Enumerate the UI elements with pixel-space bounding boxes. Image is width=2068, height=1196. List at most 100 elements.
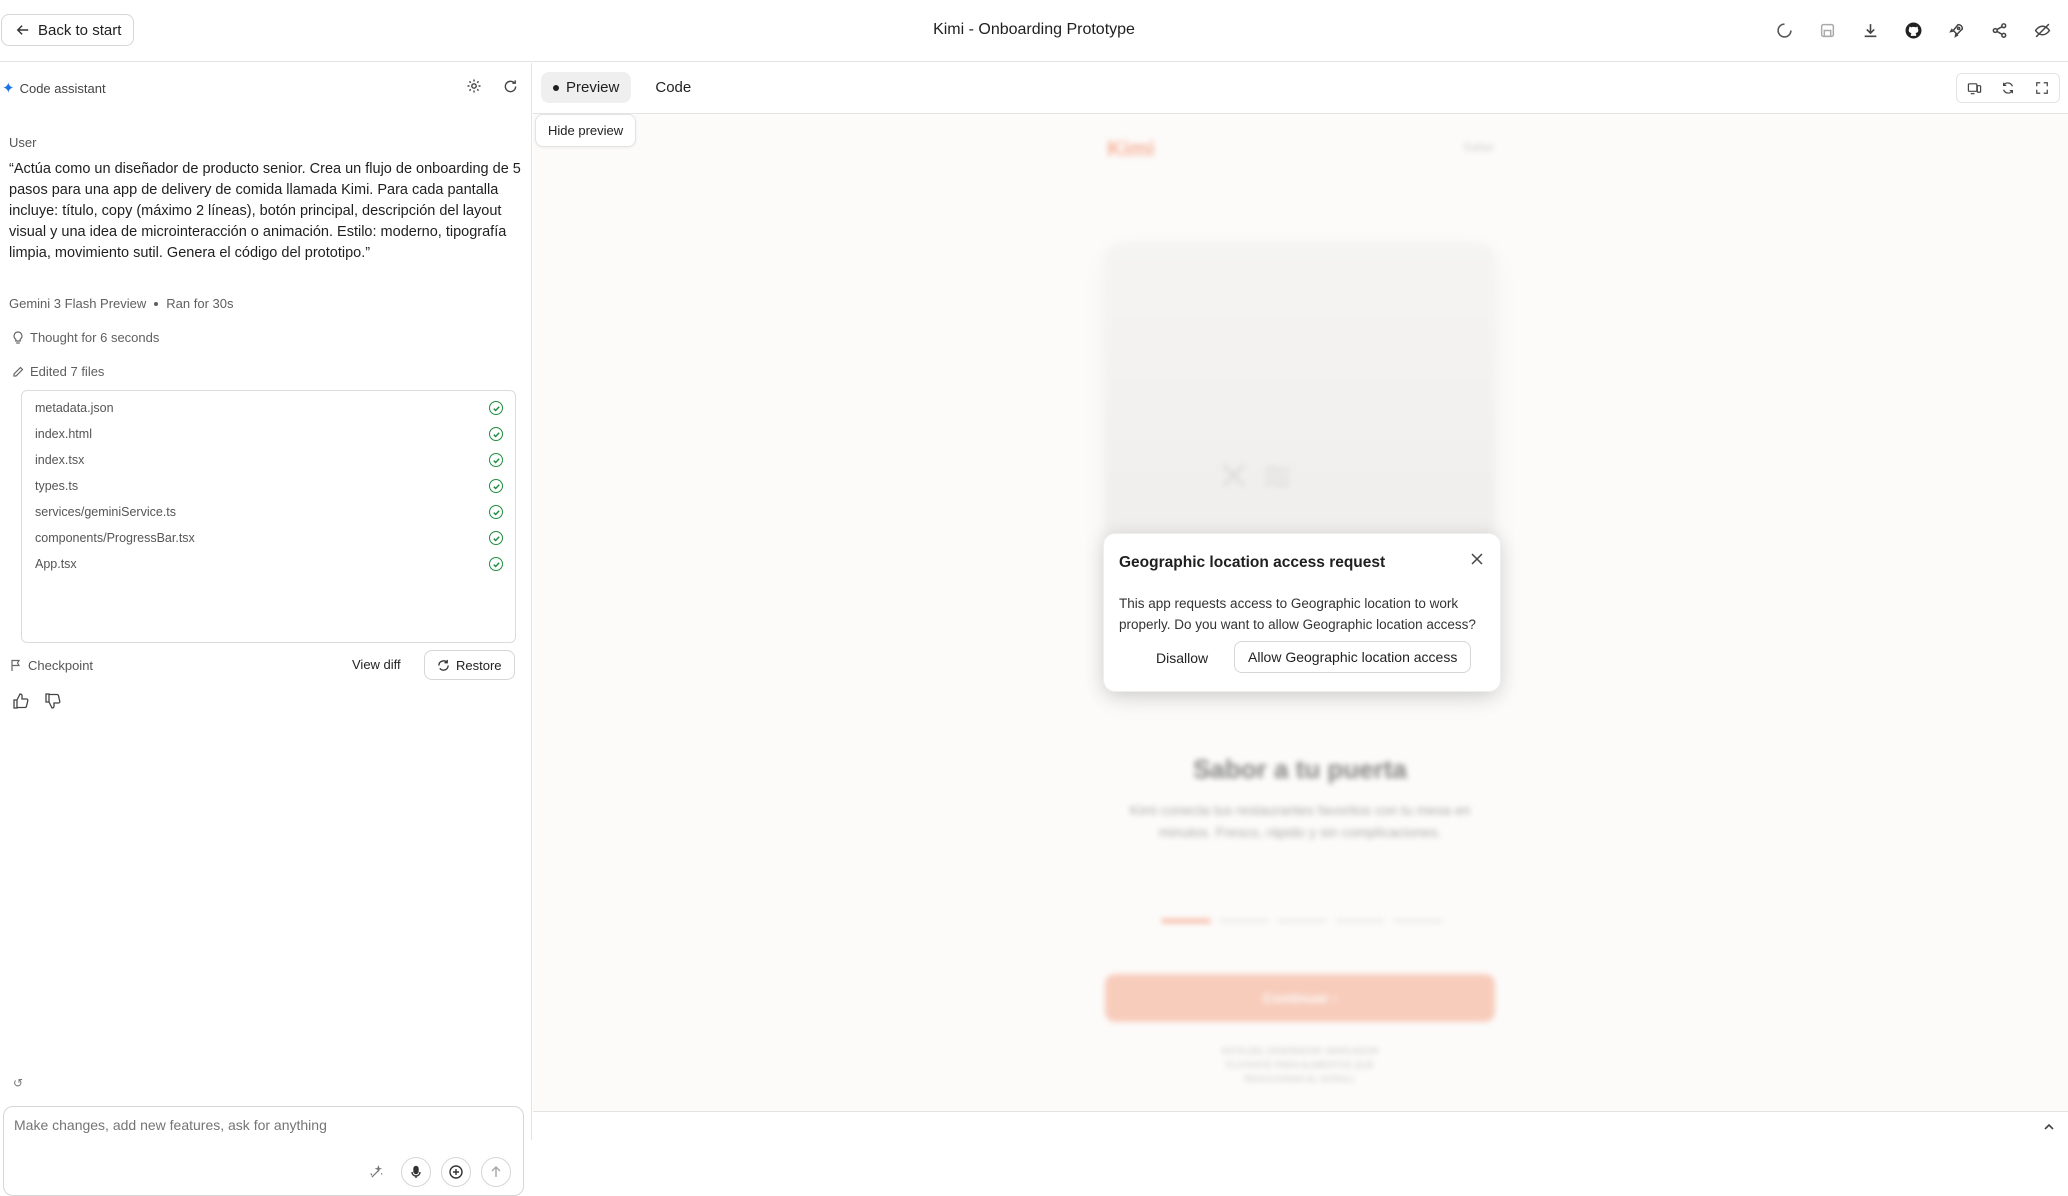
microphone-button[interactable] [401,1157,431,1187]
edited-files-summary[interactable]: Edited 7 files [12,364,104,379]
magic-edit-icon[interactable] [361,1157,391,1187]
utensils-wind-icon: ✕≋ [1217,455,1305,499]
run-duration: Ran for 30s [166,296,234,311]
file-name: App.tsx [35,557,77,571]
active-dot [553,84,559,91]
disallow-button[interactable]: Disallow [1156,650,1208,666]
save-icon[interactable] [1811,14,1843,46]
check-circle-icon [489,427,503,441]
check-circle-icon [489,453,503,467]
assistant-panel: ✦ Code assistant User “Actúa como un dis… [0,63,532,1196]
file-row[interactable]: App.tsx [22,551,515,577]
file-name: index.html [35,427,92,441]
file-name: services/geminiService.ts [35,505,177,519]
dialog-body: This app requests access to Geographic l… [1119,596,1476,632]
lightbulb-icon [13,330,23,344]
file-row[interactable]: types.ts [22,473,515,499]
share-icon[interactable] [1983,14,2015,46]
device-toggle-icon[interactable] [1957,74,1991,102]
file-name: index.tsx [35,453,85,467]
thought-label: Thought for 6 seconds [30,330,160,345]
progress-step [1277,919,1327,923]
pencil-icon [13,366,24,377]
file-row[interactable]: index.html [22,421,515,447]
preview-panel: Preview Code Kimi Saltar ✕≋ Sabor a tu p… [533,63,2068,1140]
model-name: Gemini 3 Flash Preview [9,296,147,311]
tab-label: Code [655,79,692,96]
progress-step [1335,919,1385,923]
edited-files-list: metadata.json index.html index.tsx types… [21,390,516,643]
check-circle-icon [489,479,503,493]
sparkle-icon: ✦ [2,80,15,97]
preview-stage: Kimi Saltar ✕≋ Sabor a tu puerta Kimi co… [533,114,2068,1111]
console-bar [533,1111,2068,1140]
check-circle-icon [489,557,503,571]
download-icon[interactable] [1854,14,1886,46]
arrow-up-icon [491,1166,501,1177]
cta-label: Continuar [1262,990,1329,1006]
thumbs-up-icon[interactable] [12,692,30,710]
fullscreen-icon[interactable] [2025,74,2059,102]
tab-label: Preview [566,79,620,96]
restore-icon [438,659,449,671]
view-controls [1956,73,2060,103]
preview-tabs: Preview Code [541,72,703,103]
github-icon[interactable] [1897,14,1929,46]
chevron-up-icon[interactable] [2042,1120,2056,1134]
designer-note: NOTA DEL DISEÑADOR: MARCADOR FLOTANTE PA… [1221,1046,1379,1084]
edited-label: Edited 7 files [30,364,105,379]
refresh-icon[interactable] [499,75,521,97]
microphone-icon [411,1165,421,1178]
assistant-header: ✦ Code assistant [2,79,106,97]
restore-label: Restore [456,657,502,673]
thought-summary[interactable]: Thought for 6 seconds [12,330,159,345]
check-circle-icon [489,531,503,545]
checkpoint: Checkpoint [10,658,93,673]
tab-code[interactable]: Code [643,72,703,103]
hide-icon[interactable] [2026,14,2058,46]
chat-input[interactable] [14,1117,504,1133]
app-title: Kimi - Onboarding Prototype [933,21,1135,38]
user-label: User [9,135,37,150]
top-bar: Back to start Kimi - Onboarding Prototyp… [0,0,2068,62]
file-row[interactable]: index.tsx [22,447,515,473]
close-icon[interactable] [1468,550,1486,568]
file-name: types.ts [35,479,79,493]
progress-step [1161,919,1211,923]
add-button[interactable] [441,1157,471,1187]
separator-dot [154,301,159,306]
feedback-buttons [12,692,62,710]
file-row[interactable]: services/geminiService.ts [22,499,515,525]
continue-button[interactable]: Continuar › [1105,974,1495,1022]
checkpoint-label: Checkpoint [28,658,94,673]
assistant-title: Code assistant [19,80,106,96]
tab-preview[interactable]: Preview [541,72,632,103]
model-info: Gemini 3 Flash Preview Ran for 30s [9,296,233,311]
kimi-logo: Kimi [1107,136,1155,161]
file-name: metadata.json [35,401,114,415]
restore-button[interactable]: Restore [424,650,515,680]
location-permission-dialog: Geographic location access request This … [1103,533,1501,692]
settings-gear-icon[interactable] [463,75,485,97]
progress-step [1393,919,1443,923]
skip-link[interactable]: Saltar [1463,140,1494,154]
flag-icon [11,659,21,671]
hide-preview-button[interactable]: Hide preview [535,114,637,147]
user-prompt: “Actúa como un diseñador de producto sen… [9,161,521,261]
file-row[interactable]: components/ProgressBar.tsx [22,525,515,551]
loading-icon [1768,14,1800,46]
file-name: components/ProgressBar.tsx [35,531,195,545]
history-icon[interactable]: ↺ [13,1076,23,1090]
progress-step [1219,919,1269,923]
allow-location-button[interactable]: Allow Geographic location access [1234,641,1472,673]
check-circle-icon [489,401,503,415]
thumbs-down-icon[interactable] [44,692,62,710]
file-row[interactable]: metadata.json [22,395,515,421]
dialog-title: Geographic location access request [1119,554,1386,571]
rotate-icon[interactable] [1991,74,2025,102]
plus-circle-icon [449,1165,463,1179]
send-button[interactable] [481,1157,511,1187]
deploy-rocket-icon[interactable] [1940,14,1972,46]
view-diff-button[interactable]: View diff [352,657,401,672]
progress-bar [1161,919,1443,923]
